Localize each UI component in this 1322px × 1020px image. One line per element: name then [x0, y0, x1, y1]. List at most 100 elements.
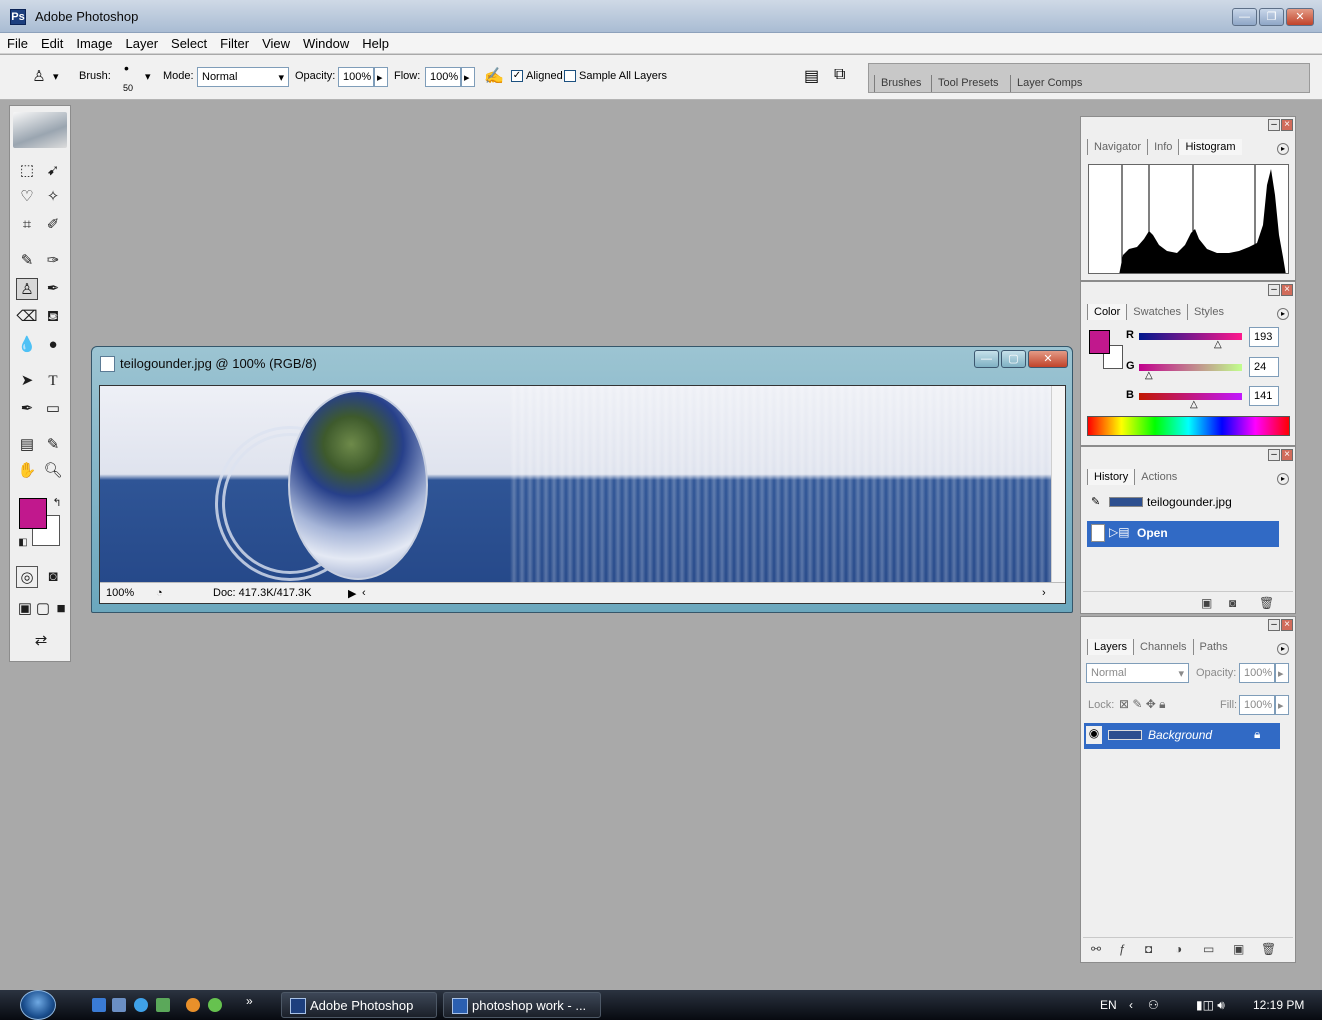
red-slider[interactable] — [1139, 333, 1242, 340]
panel-menu-icon[interactable]: ▸ — [1277, 643, 1289, 655]
layer-row-background[interactable]: ◉ Background 🔒︎ — [1084, 723, 1280, 749]
network-icon[interactable]: ⚇ — [1148, 998, 1159, 1012]
zoom-tool-icon[interactable]: 🔍︎ — [42, 460, 64, 482]
scroll-left-arrow-icon[interactable]: ‹ — [362, 587, 366, 599]
mode-select[interactable]: Normal ▾ — [197, 67, 289, 87]
flow-field[interactable]: 100% — [425, 67, 461, 87]
maximize-button[interactable]: ❐ — [1259, 8, 1284, 26]
slice-tool-icon[interactable]: ✐ — [42, 214, 64, 236]
tab-actions[interactable]: Actions — [1134, 469, 1183, 485]
menu-help[interactable]: Help — [355, 33, 395, 51]
quick-launch-app-icon[interactable] — [208, 998, 222, 1012]
menu-filter[interactable]: Filter — [213, 33, 255, 51]
layer-mask-icon[interactable]: ◘ — [1145, 942, 1152, 956]
document-minimize-button[interactable]: — — [974, 350, 999, 368]
fill-field[interactable]: 100% — [1239, 695, 1275, 715]
foreground-color-swatch[interactable] — [19, 498, 47, 529]
panel-close-icon[interactable]: × — [1281, 619, 1293, 631]
brush-tool-icon[interactable]: ✑ — [42, 250, 64, 272]
adjustment-layer-icon[interactable]: ◑ — [1175, 942, 1182, 956]
clone-stamp-tool-icon[interactable]: ♙ — [16, 278, 38, 300]
toggle-palette-well-icon[interactable]: ⧉ — [834, 66, 845, 84]
sample-all-layers-checkbox[interactable] — [564, 70, 576, 82]
green-value-field[interactable]: 24 — [1249, 357, 1279, 377]
marquee-tool-icon[interactable]: ⬚ — [16, 160, 38, 182]
panel-minimize-icon[interactable]: – — [1268, 284, 1280, 296]
layer-opacity-field[interactable]: 100% — [1239, 663, 1275, 683]
image-canvas[interactable] — [100, 386, 1051, 582]
panel-minimize-icon[interactable]: – — [1268, 449, 1280, 461]
lock-icons[interactable]: ⊠ ✎ ✥ 🔒︎ — [1119, 697, 1166, 712]
red-value-field[interactable]: 193 — [1249, 327, 1279, 347]
color-panel-foreground-swatch[interactable] — [1089, 330, 1110, 354]
tool-preset-arrow-icon[interactable]: ▾ — [53, 70, 59, 83]
language-indicator[interactable]: EN — [1100, 998, 1117, 1012]
new-document-from-state-icon[interactable]: ▣ — [1201, 596, 1212, 610]
paint-bucket-tool-icon[interactable]: ⛾ — [42, 306, 64, 328]
clock[interactable]: 12:19 PM — [1253, 998, 1304, 1012]
delete-layer-icon[interactable]: 🗑︎ — [1261, 942, 1276, 956]
tab-color[interactable]: Color — [1087, 304, 1127, 320]
default-colors-icon[interactable]: ◧ — [12, 532, 34, 554]
aligned-checkbox[interactable]: ✓ — [511, 70, 523, 82]
internet-explorer-icon[interactable] — [134, 998, 148, 1012]
taskbar-button-photoshop-work[interactable]: photoshop work - ... — [443, 992, 601, 1018]
layer-style-icon[interactable]: ƒ — [1119, 942, 1126, 956]
quick-mask-mode-icon[interactable]: ◙ — [42, 566, 64, 588]
quick-launch-more-icon[interactable]: » — [246, 994, 253, 1008]
scroll-right-arrow-icon[interactable]: › — [1042, 587, 1046, 599]
panel-menu-icon[interactable]: ▸ — [1277, 308, 1289, 320]
start-button[interactable] — [20, 990, 56, 1020]
feather-logo-icon[interactable] — [13, 112, 67, 148]
tab-info[interactable]: Info — [1147, 139, 1178, 155]
brush-dot-icon[interactable]: • — [124, 60, 129, 76]
document-maximize-button[interactable]: ▢ — [1001, 350, 1026, 368]
dodge-tool-icon[interactable]: ● — [42, 334, 64, 356]
type-tool-icon[interactable]: T — [42, 370, 64, 392]
blue-slider-thumb-icon[interactable]: △ — [1190, 399, 1198, 410]
fill-arrow-icon[interactable]: ▸ — [1275, 695, 1289, 715]
menu-edit[interactable]: Edit — [34, 33, 69, 51]
airbrush-icon[interactable]: ✍ — [484, 66, 504, 86]
taskbar-button-photoshop[interactable]: Adobe Photoshop — [281, 992, 437, 1018]
move-tool-icon[interactable]: ➹ — [42, 160, 64, 182]
layers-scrollbar[interactable] — [1282, 723, 1294, 933]
zoom-level[interactable]: 100% — [106, 587, 134, 599]
close-button[interactable]: ✕ — [1286, 8, 1314, 26]
blur-tool-icon[interactable]: 💧 — [16, 334, 38, 356]
eyedropper-tool-icon[interactable]: ✎ — [42, 434, 64, 456]
green-slider-thumb-icon[interactable]: △ — [1145, 370, 1153, 381]
messenger-icon[interactable] — [156, 998, 170, 1012]
status-menu-arrow-icon[interactable]: ▶ — [348, 587, 356, 600]
media-player-icon[interactable] — [186, 998, 200, 1012]
panel-menu-icon[interactable]: ▸ — [1277, 143, 1289, 155]
menu-layer[interactable]: Layer — [119, 33, 165, 51]
panel-close-icon[interactable]: × — [1281, 119, 1293, 131]
panel-minimize-icon[interactable]: – — [1268, 619, 1280, 631]
standard-mode-icon[interactable]: ◎ — [16, 566, 38, 588]
notes-tool-icon[interactable]: ▤ — [16, 434, 38, 456]
switch-windows-icon[interactable] — [112, 998, 126, 1012]
document-vertical-scrollbar[interactable] — [1051, 386, 1065, 582]
panel-close-icon[interactable]: × — [1281, 449, 1293, 461]
flow-slider-arrow-icon[interactable]: ▸ — [461, 67, 475, 87]
tab-history[interactable]: History — [1087, 469, 1135, 485]
layer-opacity-arrow-icon[interactable]: ▸ — [1275, 663, 1289, 683]
menu-view[interactable]: View — [255, 33, 296, 51]
pen-tool-icon[interactable]: ✒ — [16, 398, 38, 420]
tab-paths[interactable]: Paths — [1192, 639, 1234, 655]
path-selection-tool-icon[interactable]: ➤ — [16, 370, 38, 392]
tab-styles[interactable]: Styles — [1187, 304, 1230, 320]
healing-brush-tool-icon[interactable]: ✎ — [16, 250, 38, 272]
clone-stamp-tool-preset-icon[interactable]: ♙ — [28, 66, 50, 88]
history-snapshot-row[interactable]: ✎ teilogounder.jpg — [1087, 491, 1279, 517]
tab-navigator[interactable]: Navigator — [1087, 139, 1147, 155]
blue-value-field[interactable]: 141 — [1249, 386, 1279, 406]
history-brush-tool-icon[interactable]: ✒ — [42, 278, 64, 300]
show-desktop-icon[interactable] — [92, 998, 106, 1012]
tab-channels[interactable]: Channels — [1133, 639, 1192, 655]
green-slider[interactable] — [1139, 364, 1242, 371]
new-layer-icon[interactable]: ▣ — [1233, 942, 1244, 956]
history-brush-source-icon[interactable]: ✎ — [1091, 495, 1100, 508]
magic-wand-tool-icon[interactable]: ✧ — [42, 186, 64, 208]
